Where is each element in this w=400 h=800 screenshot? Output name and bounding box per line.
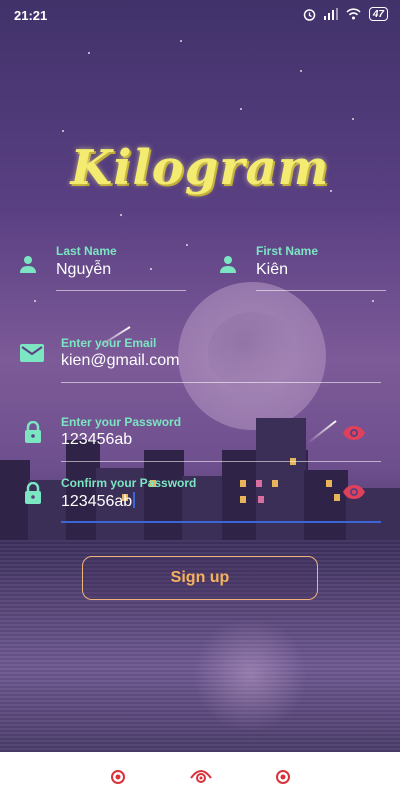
mail-icon [20,344,44,362]
alarm-icon [303,8,316,21]
text-caret [133,492,136,508]
signal-icon [323,8,338,20]
wifi-icon [346,8,361,20]
eye-icon[interactable] [342,425,366,441]
password-input[interactable]: 123456ab [61,431,132,449]
lock-icon [25,421,41,443]
password-underline [61,461,381,462]
status-time: 21:21 [14,8,48,23]
confirm-password-field[interactable]: Confirm your Password 123456ab [20,474,382,524]
home-icon[interactable] [190,768,212,784]
first-name-label: First Name [256,244,319,258]
person-icon [220,256,236,273]
confirm-password-input[interactable]: 123456ab [61,492,136,511]
email-label: Enter your Email [61,336,157,350]
first-name-input[interactable]: Kiên [256,261,288,279]
recent-apps-icon[interactable] [111,770,125,784]
person-icon [20,256,36,273]
battery-indicator: 47 [368,7,388,21]
last-name-field[interactable]: Last Name Nguyễn [14,242,186,292]
confirm-password-value: 123456ab [61,493,133,510]
first-name-underline [256,290,386,291]
signup-button[interactable]: Sign up [82,556,318,600]
email-underline [61,382,381,383]
app-logo: Kilogram [70,140,330,196]
status-bar: 21:21 47 [0,0,400,30]
lock-icon [25,482,41,504]
last-name-label: Last Name [56,244,117,258]
email-input[interactable]: kien@gmail.com [61,352,180,370]
password-field[interactable]: Enter your Password 123456ab [20,413,382,463]
email-field[interactable]: Enter your Email kien@gmail.com [20,334,382,384]
back-icon[interactable] [276,770,290,784]
status-icons: 47 [303,7,388,21]
eye-icon[interactable] [342,484,366,500]
first-name-field[interactable]: First Name Kiên [214,242,386,292]
confirm-password-underline [61,521,381,523]
confirm-password-label: Confirm your Password [61,476,197,490]
last-name-input[interactable]: Nguyễn [56,261,111,279]
system-nav-bar [0,752,400,800]
password-label: Enter your Password [61,415,182,429]
moon-reflection [190,620,310,730]
last-name-underline [56,290,186,291]
